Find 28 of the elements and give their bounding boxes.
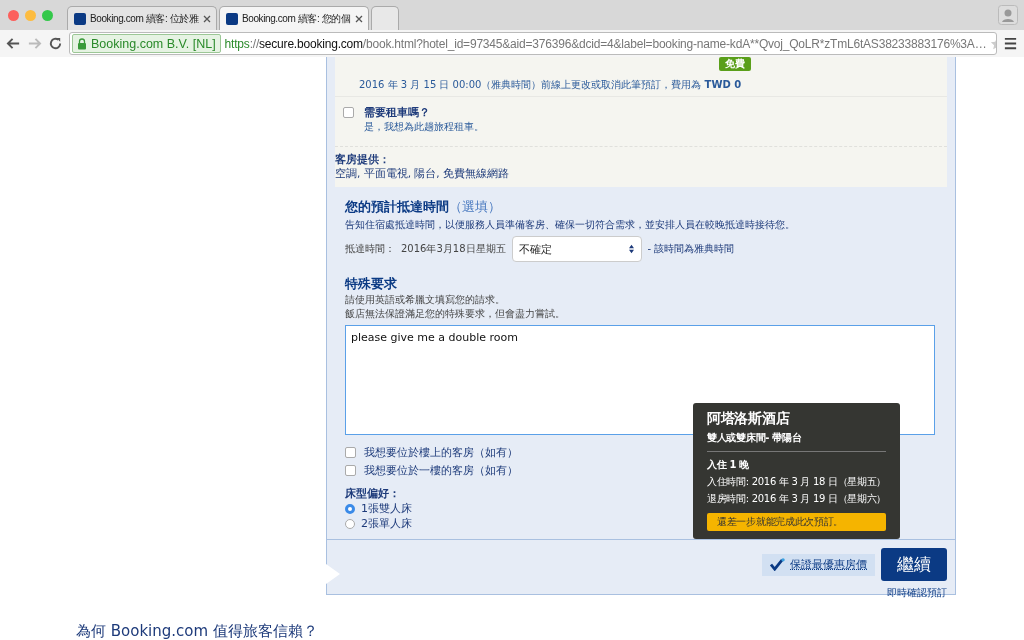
radio-label: 1張雙人床	[361, 501, 412, 516]
cancellation-text: 2016 年 3 月 15 日 00:00（雅典時間）前線上更改或取消此筆預訂，費用為 TWD 0	[359, 78, 742, 92]
notice-banner: 還差一步就能完成此次預訂。	[707, 513, 887, 531]
amenities-label: 客房提供：	[335, 153, 390, 167]
amenities-text: 空調, 平面電視, 陽台, 免費無線網路	[335, 167, 510, 181]
section-heading: 為何 Booking.com 值得旅客信賴？	[76, 622, 318, 640]
radio-label: 2張單人床	[361, 516, 412, 531]
optional-label: （選填）	[449, 199, 501, 216]
car-rental-option: 是，我想為此趟旅程租車。	[364, 120, 484, 134]
checkbox-label: 我想要位於一樓的客房（如有）	[364, 463, 518, 478]
nights-text: 入住 1 晚	[707, 458, 751, 472]
instant-confirm-note: 即時確認預訂	[887, 586, 947, 600]
url-text: https://secure.booking.com/book.html?hotel_id=97345&aid=376396&dcid=4&label=booking-name-kdA**Qvoj_QoLR*zTmL6tAS38233883176%3A…	[224, 36, 987, 51]
free-badge: 免費	[719, 57, 751, 71]
hint-text: 飯店無法保證滿足您的特殊要求，但會盡力嘗試。	[345, 307, 565, 321]
section-title: 您的預計抵達時間	[345, 199, 449, 216]
bed-preference-label: 床型偏好：	[345, 486, 400, 501]
hotel-name: 阿塔洛斯酒店	[707, 410, 791, 428]
checkbox-label: 我想要位於樓上的客房（如有）	[364, 445, 518, 460]
checkout-text: 退房時間: 2016 年 3 月 19 日（星期六）	[707, 492, 887, 506]
timezone-note: - 該時間為雅典時間	[647, 242, 735, 256]
arrival-date: 2016年3月18日星期五	[401, 242, 506, 256]
checkin-text: 入住時間: 2016 年 3 月 18 日（星期五）	[707, 475, 887, 489]
arrival-description: 告知住宿處抵達時間，以便服務人員準備客房、確保一切符合需求，並安排人員在較晚抵達時接待您。	[345, 218, 795, 232]
arrival-label: 抵達時間：	[345, 242, 395, 256]
hint-text: 請使用英語或希臘文填寫您的請求。	[345, 293, 505, 307]
car-rental-label: 需要租車嗎？	[364, 105, 430, 120]
section-title: 特殊要求	[345, 276, 397, 293]
